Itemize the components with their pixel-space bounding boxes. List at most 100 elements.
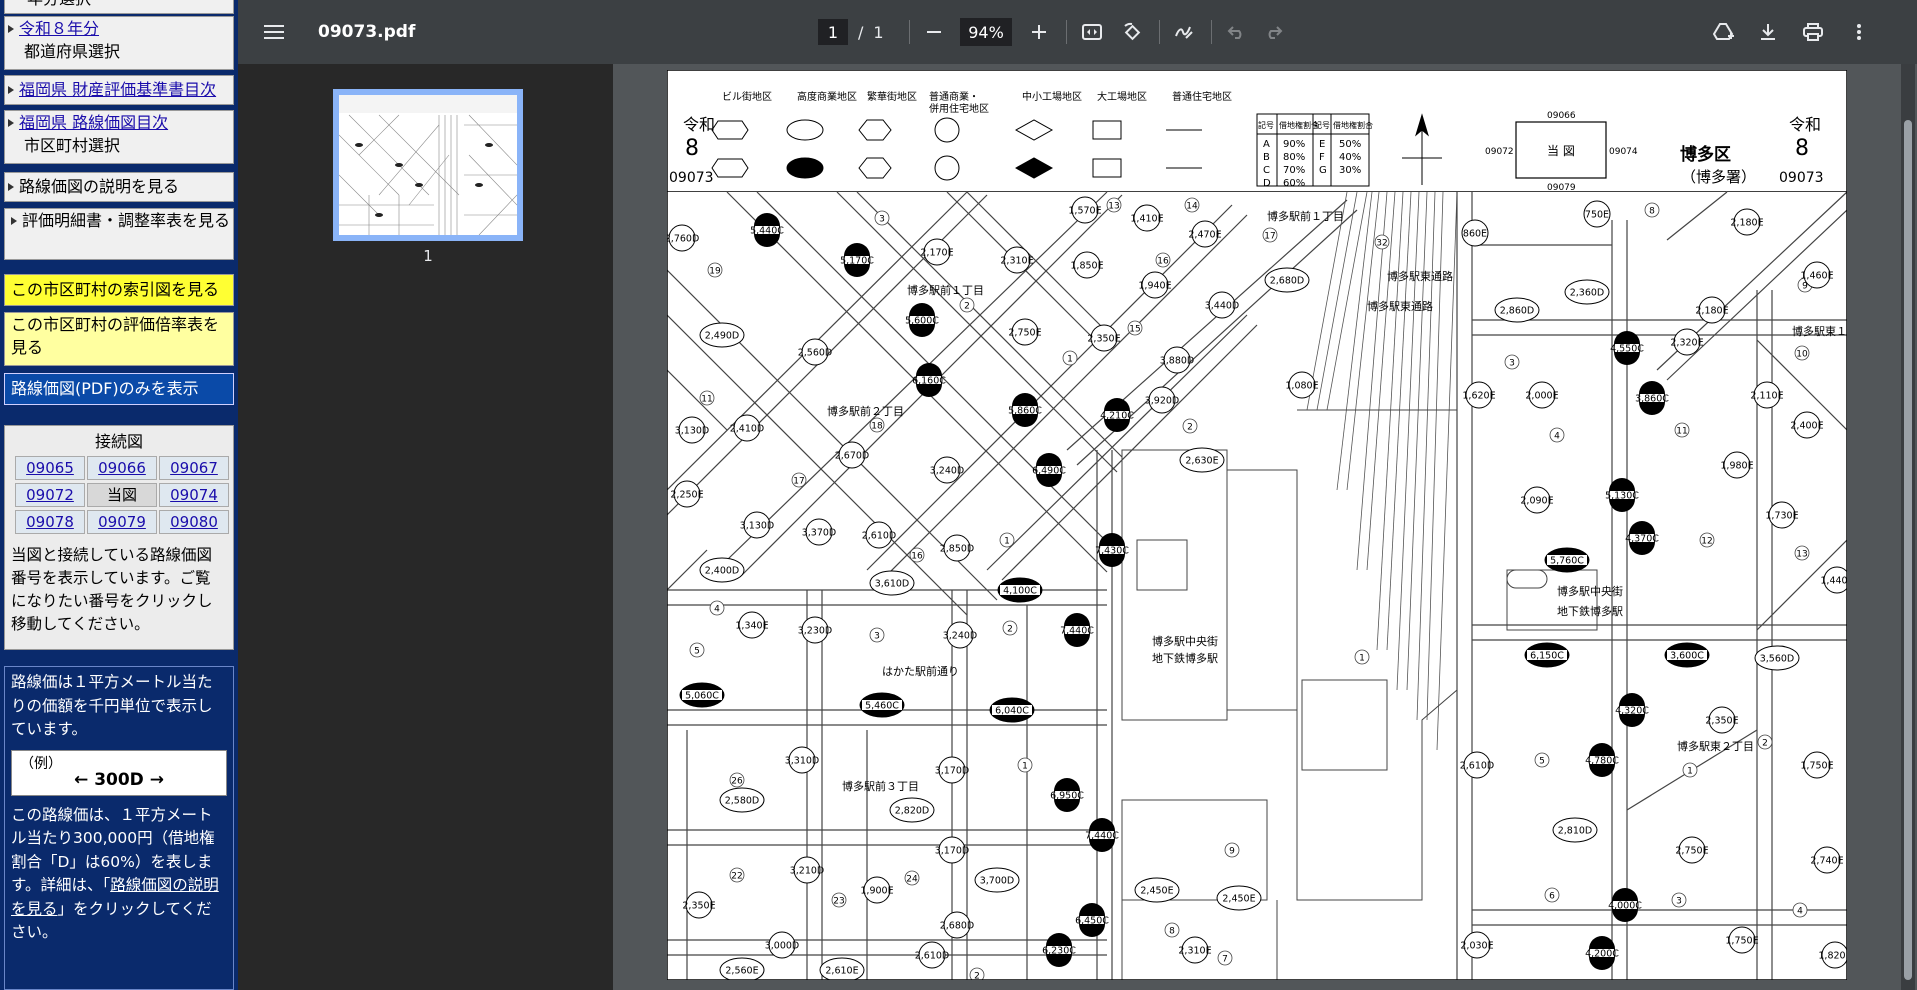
hamburger-menu-icon	[256, 14, 292, 50]
page-thumbnail-1[interactable]	[333, 89, 523, 241]
route-price-mark: 2,580D	[719, 787, 765, 813]
area-label: 博多駅東通路	[1367, 299, 1433, 313]
block-number: 11	[699, 390, 715, 406]
pdf-main-view[interactable]: 令和 8 09073 令和 8 09073 博多区 （博多署） ビル街地区 高度商…	[613, 64, 1917, 990]
svg-text:4,320C: 4,320C	[1615, 706, 1649, 717]
route-price-mark: 750E	[1583, 200, 1611, 228]
block-number: 7	[1217, 950, 1233, 966]
svg-text:1: 1	[1359, 654, 1365, 664]
connection-cell-09079[interactable]: 09079	[87, 510, 157, 534]
block-number: 1	[1682, 762, 1698, 778]
page-number-input[interactable]	[818, 19, 848, 45]
more-options-button[interactable]	[1841, 0, 1877, 64]
pdf-page: 令和 8 09073 令和 8 09073 博多区 （博多署） ビル街地区 高度商…	[667, 70, 1847, 980]
rotate-button[interactable]	[1114, 0, 1150, 64]
menu-button[interactable]	[256, 0, 292, 64]
fit-page-button[interactable]	[1074, 0, 1110, 64]
block-number: 23	[831, 892, 847, 908]
svg-text:9: 9	[1229, 847, 1235, 857]
fit-to-page-icon	[1074, 14, 1110, 50]
connection-cell-09078[interactable]: 09078	[15, 510, 85, 534]
svg-text:2: 2	[1007, 625, 1013, 635]
explain-button[interactable]: 路線価図の説明を見る	[4, 172, 234, 202]
year-left: 8	[685, 136, 699, 161]
connection-cell-09067[interactable]: 09067	[159, 456, 229, 480]
map-header: 令和 8 09073 令和 8 09073 博多区 （博多署） ビル街地区 高度商…	[667, 70, 1847, 193]
adjacent-left: 09072	[1485, 147, 1514, 157]
svg-text:2,680D: 2,680D	[940, 921, 975, 932]
pdf-toolbar: 09073.pdf / 1	[238, 0, 1917, 64]
route-price-mark: 2,360D	[1564, 279, 1610, 305]
legend-header: 繁華街地区	[867, 90, 917, 103]
pdf-only-button[interactable]: 路線価図(PDF)のみを表示	[4, 373, 234, 405]
connection-cell-09066[interactable]: 09066	[87, 456, 157, 480]
zoom-in-button[interactable]	[1021, 0, 1057, 64]
svg-text:1,460E: 1,460E	[1800, 271, 1833, 282]
block-number: 1	[1017, 757, 1033, 773]
connection-map-panel: 接続図 09065 09066 09067 09072 当図 09074 090…	[4, 425, 234, 650]
year-right: 8	[1795, 136, 1809, 161]
svg-text:5,760C: 5,760C	[1550, 556, 1584, 567]
sidebar-year-box: 令和８年分 都道府県選択	[4, 16, 234, 70]
svg-text:1,620E: 1,620E	[1462, 391, 1495, 402]
svg-text:2,350E: 2,350E	[682, 901, 715, 912]
svg-text:3: 3	[1676, 897, 1682, 907]
ratio-cell: G	[1319, 165, 1327, 176]
route-price-mark: 5,760C	[1544, 547, 1590, 573]
svg-text:32: 32	[1376, 239, 1387, 249]
connection-cell-09072[interactable]: 09072	[15, 483, 85, 507]
multiplier-button[interactable]: この市区町村の評価倍率表を見る	[4, 312, 234, 366]
svg-text:1: 1	[1687, 767, 1693, 777]
plus-icon	[1021, 14, 1057, 50]
route-price-mark: 3,610D	[869, 570, 915, 596]
area-label: 博多駅東通路	[1387, 269, 1453, 283]
route-price-mark: 2,560E	[719, 957, 765, 980]
triangle-bullet-icon	[11, 216, 17, 225]
map-body: 博多駅前１丁目博多駅前１丁目博多駅前２丁目博多駅前３丁目博多駅中央街博多駅中央街…	[667, 70, 1847, 980]
annotate-button[interactable]	[1166, 0, 1202, 64]
drive-save-button[interactable]	[1706, 0, 1742, 64]
legend-header: ビル街地区	[722, 90, 772, 103]
svg-text:6,490C: 6,490C	[1032, 466, 1066, 477]
svg-text:2,750E: 2,750E	[1008, 328, 1041, 339]
block-number: 16	[1155, 252, 1171, 268]
detail-button[interactable]: 評価明細書・調整率表を見る	[4, 208, 234, 260]
download-button[interactable]	[1750, 0, 1786, 64]
zoom-out-button[interactable]	[916, 0, 952, 64]
svg-text:8: 8	[1169, 927, 1175, 937]
sidebar-property-box: 福岡県 財産評価基準書目次	[4, 75, 234, 105]
connection-cell-09074[interactable]: 09074	[159, 483, 229, 507]
index-map-button[interactable]: この市区町村の索引図を見る	[4, 274, 234, 306]
svg-text:3,130D: 3,130D	[675, 426, 710, 437]
svg-text:2,810D: 2,810D	[1558, 826, 1593, 837]
svg-text:1,980E: 1,980E	[1720, 461, 1753, 472]
svg-text:2,750E: 2,750E	[1675, 846, 1708, 857]
print-button[interactable]	[1795, 0, 1831, 64]
connection-cell-09065[interactable]: 09065	[15, 456, 85, 480]
ratio-cell: 40%	[1339, 152, 1361, 163]
svg-text:3,560D: 3,560D	[1760, 654, 1795, 665]
svg-text:2,110E: 2,110E	[1750, 391, 1783, 402]
svg-text:2,090E: 2,090E	[1520, 496, 1553, 507]
svg-text:3,860C: 3,860C	[1635, 394, 1669, 405]
svg-text:2,850D: 2,850D	[940, 544, 975, 555]
svg-text:3,230D: 3,230D	[798, 626, 833, 637]
connection-grid: 09065 09066 09067 09072 当図 09074 09078 0…	[15, 456, 233, 534]
scrollbar-thumb[interactable]	[1904, 120, 1912, 980]
svg-text:3,310D: 3,310D	[785, 756, 820, 767]
svg-text:3: 3	[879, 215, 885, 225]
ratio-cell: E	[1319, 139, 1325, 150]
undo-button[interactable]	[1218, 0, 1254, 64]
route-price-mark: 2,400D	[699, 557, 745, 583]
connection-cell-09080[interactable]: 09080	[159, 510, 229, 534]
svg-text:2,760D: 2,760D	[667, 234, 699, 245]
zoom-input[interactable]	[960, 18, 1012, 46]
property-index-link[interactable]: 福岡県 財産評価基準書目次	[19, 80, 216, 99]
svg-text:860E: 860E	[1463, 229, 1487, 240]
year-link[interactable]: 令和８年分	[19, 19, 99, 38]
vertical-scrollbar[interactable]	[1901, 64, 1915, 990]
route-index-link[interactable]: 福岡県 路線価図目次	[19, 113, 168, 132]
redo-button[interactable]	[1256, 0, 1292, 64]
svg-text:4: 4	[714, 605, 720, 615]
svg-text:2,250E: 2,250E	[670, 490, 703, 501]
